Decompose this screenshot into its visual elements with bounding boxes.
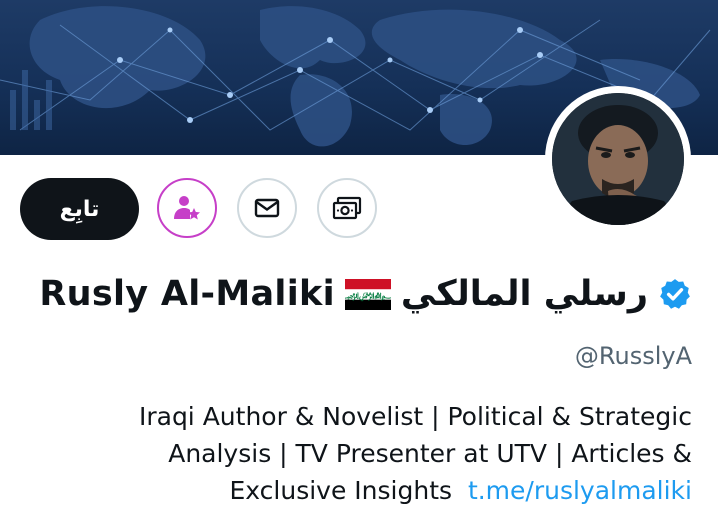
bio-line: Exclusive Insights t.me/ruslyalmaliki (52, 472, 692, 509)
mail-icon (254, 198, 280, 218)
bio-link[interactable]: t.me/ruslyalmaliki (468, 476, 692, 505)
profile-name-row: Rusly Al-Maliki ﷽ رسلي المالكي (39, 266, 692, 322)
bio-line: Iraqi Author & Novelist | Political & St… (138, 402, 692, 431)
profile-bio: Iraqi Author & Novelist | Political & St… (52, 398, 692, 509)
display-name-arabic: رسلي المالكي (400, 274, 648, 314)
display-name-latin: Rusly Al-Maliki (39, 274, 335, 314)
person-star-icon (174, 196, 200, 220)
message-button[interactable] (237, 178, 297, 238)
bio-line: Analysis | TV Presenter at UTV | Article… (168, 439, 692, 468)
follow-button[interactable]: تابِع (20, 178, 139, 240)
tip-button[interactable] (317, 178, 377, 238)
avatar[interactable] (552, 93, 684, 225)
verified-badge-icon (660, 279, 690, 309)
profile-handle: @RusslyA (574, 342, 692, 370)
subscribe-button[interactable] (157, 178, 217, 238)
iraq-flag-icon: ﷽ (344, 278, 391, 310)
avatar-portrait-image (552, 93, 684, 225)
money-icon (332, 196, 362, 220)
bio-text: Exclusive Insights (229, 476, 453, 505)
